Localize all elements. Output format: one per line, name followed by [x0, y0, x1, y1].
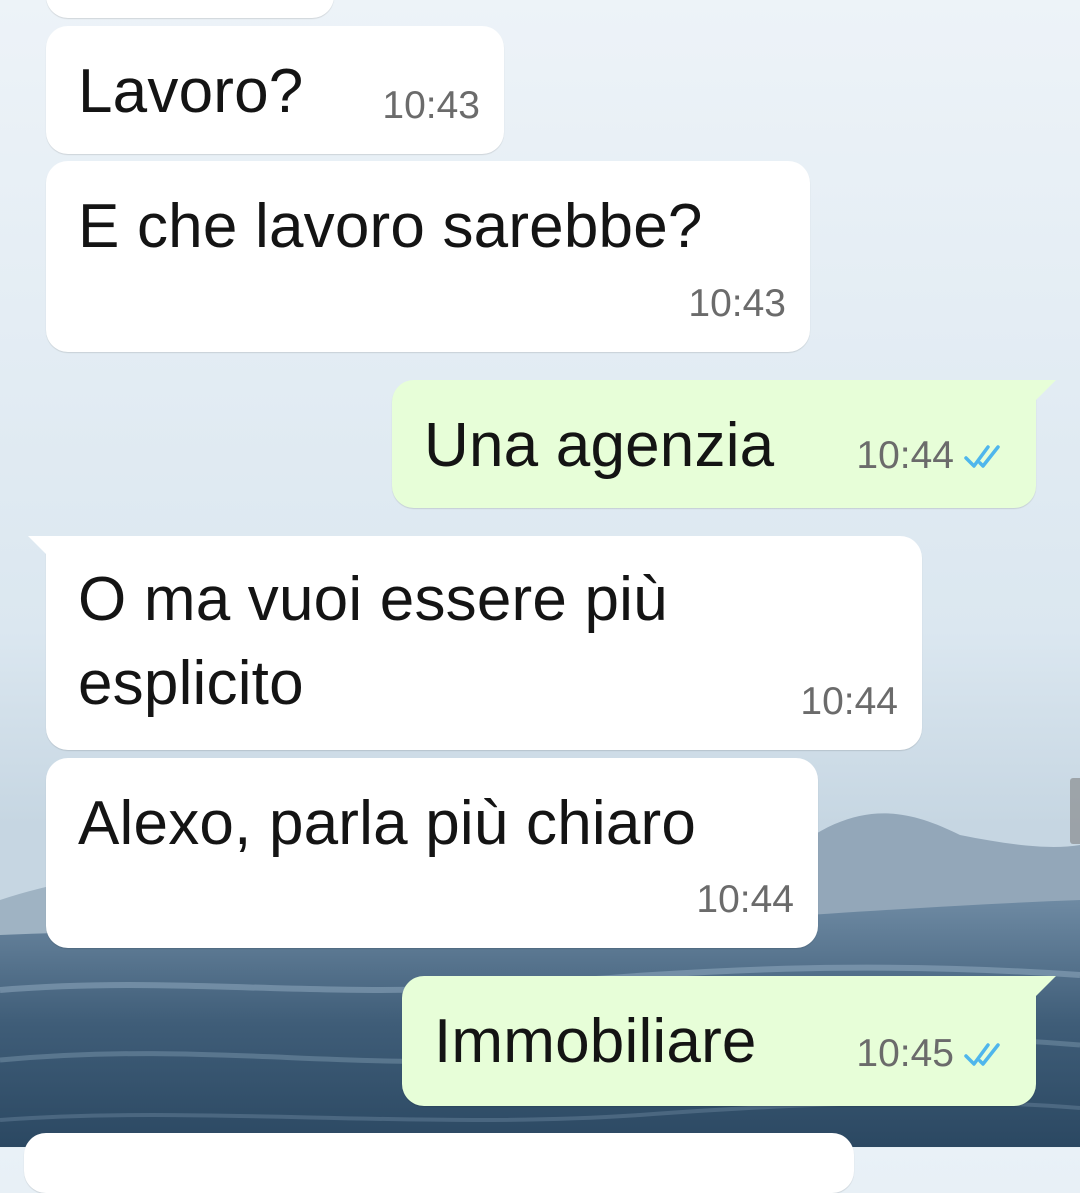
message-timestamp: 10:43 [688, 282, 786, 325]
scrollbar-thumb[interactable] [1070, 778, 1080, 844]
message-bubble-incoming[interactable]: O ma vuoi essere più esplicito 10:44 [28, 536, 922, 750]
message-bubble-incoming[interactable]: E che lavoro sarebbe? 10:43 [46, 161, 810, 352]
message-timestamp: 10:44 [696, 878, 794, 921]
message-timestamp: 10:44 [800, 680, 898, 723]
message-text: O ma vuoi essere più esplicito [78, 565, 668, 718]
message-bubble-partial-bottom [24, 1133, 854, 1193]
message-text: E che lavoro sarebbe? [78, 192, 703, 261]
message-bubble-incoming[interactable]: Lavoro? 10:43 [46, 26, 504, 154]
bubble-tail [1034, 380, 1056, 402]
message-bubble-outgoing[interactable]: Una agenzia 10:44 [392, 380, 1056, 508]
double-check-icon [964, 1043, 1000, 1066]
message-timestamp: 10:43 [382, 84, 480, 127]
message-bubble-incoming[interactable]: Alexo, parla più chiaro 10:44 [46, 758, 818, 948]
message-timestamp: 10:44 [856, 434, 954, 477]
message-bubble-partial-top [46, 0, 334, 18]
message-timestamp: 10:45 [856, 1032, 954, 1075]
double-check-icon [964, 445, 1000, 468]
bubble-tail [1034, 976, 1056, 998]
bubble-tail [28, 536, 50, 558]
message-text: Alexo, parla più chiaro [78, 789, 697, 858]
message-bubble-outgoing[interactable]: Immobiliare 10:45 [402, 976, 1056, 1106]
